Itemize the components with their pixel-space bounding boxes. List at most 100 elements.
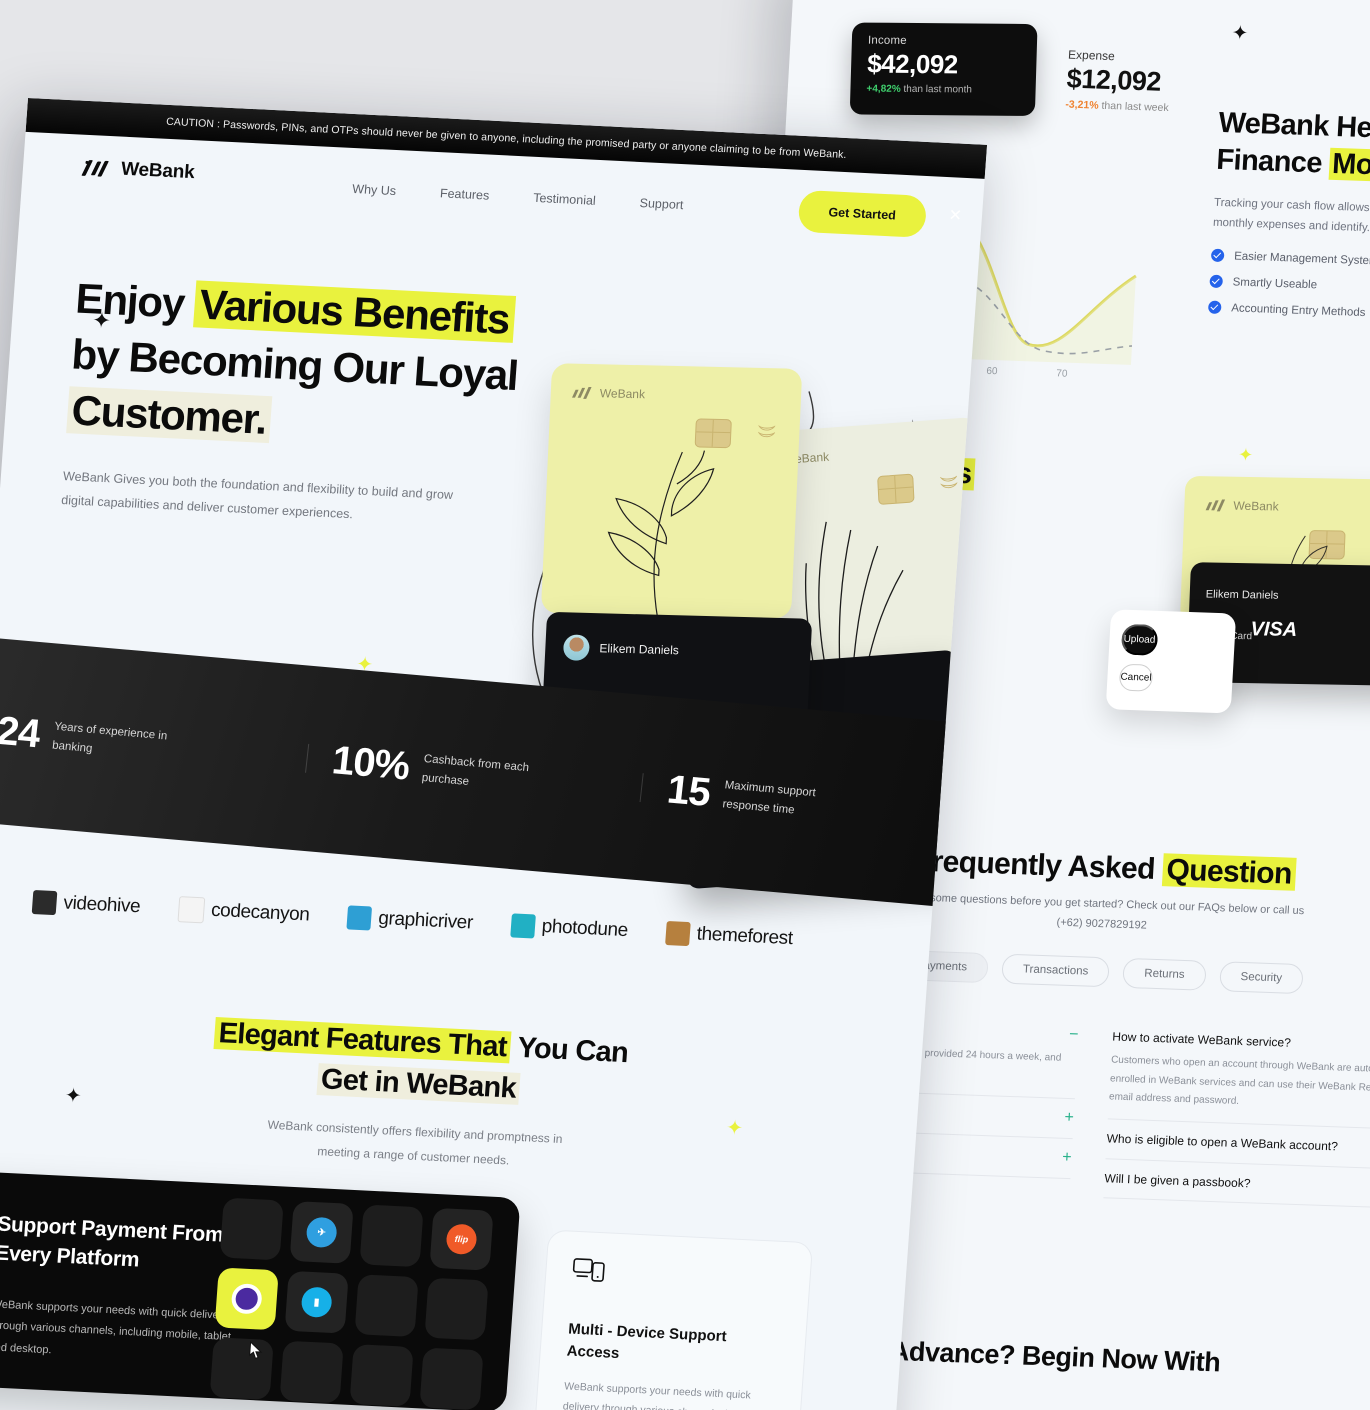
- income-label: Income: [867, 34, 908, 47]
- app-tile-flip[interactable]: flip: [429, 1207, 494, 1271]
- left-website-mockup: CAUTION : Passwords, PINs, and OTPs shou…: [0, 98, 988, 1410]
- stat-item: 24 Years of experience in banking: [0, 707, 309, 781]
- checklist-label: Smartly Useable: [1232, 276, 1318, 292]
- income-delta-suffix: than last month: [900, 83, 973, 96]
- sparkle-icon: ✦: [63, 1084, 83, 1108]
- help-finance-section: WeBank Helps Your Finance More Tracking …: [1207, 105, 1370, 338]
- upload-popup: Upload Cancel: [1105, 609, 1237, 714]
- app-tile-empty: [219, 1197, 284, 1261]
- logo-photodune: photodune: [509, 913, 629, 943]
- checklist-item: Accounting Entry Methods: [1207, 301, 1370, 324]
- close-icon[interactable]: ✕: [948, 205, 963, 226]
- nav-item-why-us[interactable]: Why Us: [352, 182, 397, 198]
- card-brand: WeBank: [1205, 498, 1279, 513]
- ovo-icon: [230, 1283, 263, 1315]
- avatar: [562, 634, 591, 661]
- faq-toggle-icon[interactable]: +: [1062, 1149, 1072, 1166]
- app-tile-empty: [349, 1344, 414, 1407]
- app-tile-telegram[interactable]: ✈: [289, 1201, 354, 1264]
- videohive-icon: [31, 890, 58, 916]
- leaf-illustration: [607, 450, 715, 619]
- app-tile-empty: [209, 1337, 274, 1401]
- stat-label: Cashback from each purchase: [421, 753, 530, 788]
- faq-question: How to activate WeBank service?: [1112, 1029, 1292, 1050]
- logo-codecanyon: codecanyon: [177, 896, 310, 928]
- stat-number: 24: [0, 708, 42, 757]
- hero-paragraph: WeBank Gives you both the foundation and…: [60, 468, 454, 522]
- hero-line3: Customer.: [66, 386, 272, 443]
- stat-label: Years of experience in banking: [51, 720, 168, 755]
- check-icon: [1207, 301, 1222, 315]
- logo-label: videohive: [62, 892, 141, 918]
- hero-line1-highlight: Various Benefits: [192, 280, 516, 343]
- faq-tab-security[interactable]: Security: [1218, 960, 1304, 994]
- themeforest-icon: [664, 920, 691, 947]
- app-tile-empty: [279, 1340, 344, 1404]
- features-line2: Get in WeBank: [316, 1063, 521, 1106]
- help-finance-title: WeBank Helps Your Finance More: [1215, 105, 1370, 190]
- help-finance-title-b: Finance: [1215, 143, 1331, 180]
- faq-answer: Customers who open an account through We…: [1108, 1054, 1370, 1108]
- credit-card-yellow: WeBank ⦆⦆: [540, 363, 803, 619]
- faq-item[interactable]: How to activate WeBank service? Customer…: [1107, 1017, 1370, 1131]
- nav-links: Why Us Features Testimonial Support: [352, 182, 684, 212]
- card-brand-label: WeBank: [599, 386, 646, 402]
- checklist-item: Smartly Useable: [1209, 275, 1370, 298]
- help-finance-title-hl: More: [1328, 147, 1370, 183]
- faq-question: Who is eligible to open a WeBank account…: [1106, 1131, 1339, 1154]
- logo-themeforest: themeforest: [664, 920, 794, 951]
- faq-tab-returns[interactable]: Returns: [1122, 957, 1207, 991]
- check-icon: [1209, 275, 1224, 289]
- webank-logo-icon: [81, 160, 112, 177]
- nav-item-features[interactable]: Features: [439, 186, 489, 202]
- help-finance-paragraph: Tracking your cash flow allows you to ma…: [1212, 196, 1370, 235]
- features-line1-a: Elegant Features That: [213, 1017, 512, 1064]
- chart-xtick-2: 60: [986, 365, 998, 378]
- multi-device-title: Multi - Device Support Access: [566, 1320, 728, 1362]
- nav-item-testimonial[interactable]: Testimonial: [533, 191, 596, 208]
- app-tile-empty: [424, 1277, 489, 1341]
- hero-line1-a: Enjoy: [74, 274, 197, 328]
- support-card-title: Support Payment From Every Platform: [0, 1212, 225, 1272]
- nav-item-support[interactable]: Support: [639, 196, 684, 212]
- upload-button[interactable]: Upload: [1120, 623, 1159, 656]
- faq-item[interactable]: Will I be given a passbook?: [1103, 1158, 1370, 1210]
- stat-item: 15 Maximum support response time: [639, 765, 979, 839]
- income-card: Income $42,092 +4,82% than last month: [849, 22, 1038, 116]
- faq-title-a: Frequently Asked: [912, 844, 1164, 887]
- checklist-item: Easier Management System: [1210, 249, 1370, 272]
- app-tile-wallet[interactable]: ▮: [284, 1270, 349, 1334]
- cursor-icon: [249, 1340, 263, 1359]
- multi-device-card: Multi - Device Support Access WeBank sup…: [531, 1229, 814, 1410]
- features-paragraph: WeBank consistently offers flexibility a…: [267, 1118, 563, 1168]
- webank-logo-icon: [1205, 499, 1226, 512]
- codecanyon-icon: [177, 896, 205, 924]
- help-finance-title-a: WeBank Helps Your: [1217, 106, 1370, 148]
- photodune-icon: [509, 913, 536, 939]
- get-started-button[interactable]: Get Started: [797, 189, 928, 238]
- sparkle-icon: ✦: [725, 1117, 744, 1140]
- chart-xtick-3: 70: [1056, 368, 1068, 380]
- stat-label: Maximum support response time: [721, 779, 817, 816]
- multi-device-paragraph: WeBank supports your needs with quick de…: [562, 1379, 766, 1410]
- app-tile-ovo[interactable]: [214, 1267, 279, 1331]
- features-heading: Elegant Features That You Can Get in WeB…: [137, 1009, 702, 1118]
- income-amount: $42,092: [866, 48, 959, 80]
- faq-toggle-icon[interactable]: +: [1064, 1109, 1074, 1126]
- brand-logo[interactable]: WeBank: [81, 157, 195, 184]
- checklist-label: Easier Management System: [1233, 250, 1370, 268]
- features-section: Elegant Features That You Can Get in WeB…: [133, 1009, 703, 1181]
- app-tile-empty: [359, 1204, 424, 1268]
- hero-section: Enjoy Various Benefits by Becoming Our L…: [60, 271, 547, 536]
- flip-icon: flip: [445, 1223, 478, 1255]
- logo-label: themeforest: [696, 923, 794, 950]
- faq-question: Will I be given a passbook?: [1104, 1170, 1251, 1191]
- income-delta: +4,82% than last month: [866, 84, 1019, 96]
- faq-tab-transactions[interactable]: Transactions: [1001, 953, 1111, 987]
- webank-logo-icon: [572, 386, 594, 399]
- card-brand: WeBank: [572, 386, 646, 402]
- cancel-button[interactable]: Cancel: [1118, 663, 1154, 692]
- faq-toggle-icon[interactable]: −: [1069, 1026, 1079, 1043]
- logo-label: codecanyon: [210, 899, 311, 926]
- check-icon: [1210, 249, 1225, 263]
